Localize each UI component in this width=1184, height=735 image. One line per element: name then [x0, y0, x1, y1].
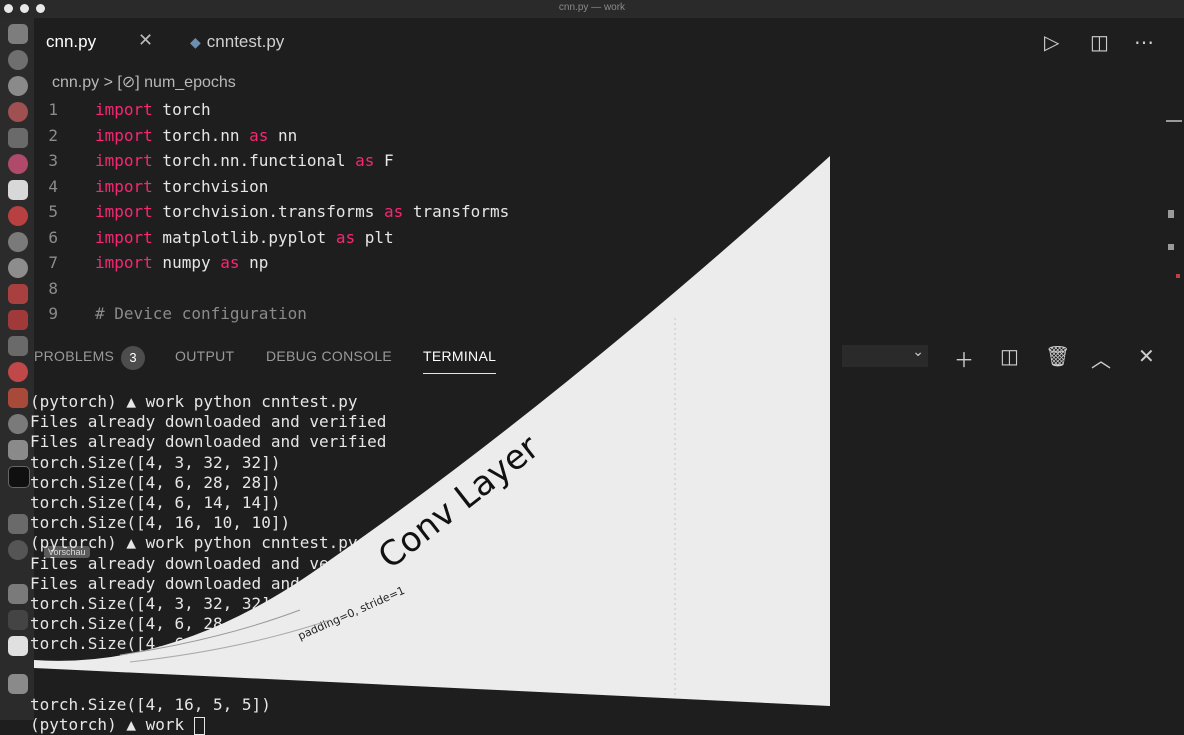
terminal-line: (pytorch) ▲ work python cnntest.py [30, 533, 358, 553]
minimap-mark [1168, 210, 1174, 218]
terminal-line: Files already downloaded and verified [30, 412, 387, 432]
terminal-line: torch.Size([4, 16, 5, 5]) [30, 694, 271, 714]
terminal-line: torch.Size([4, 6, 14, 14]) [30, 492, 281, 512]
music-app-icon[interactable] [8, 206, 28, 226]
line-number: 9 [48, 304, 58, 323]
play-icon[interactable]: ▷ [1044, 30, 1059, 55]
line-number: 5 [48, 202, 58, 221]
breadcrumb-separator: > [103, 74, 113, 91]
terminal-prompt: (pytorch) ▲ work [30, 715, 194, 734]
terminal-line: torch.Size([4, 6, 14, 14]) [30, 634, 281, 654]
terminal-line: torch.Size([4, 3, 32, 32]) [30, 452, 281, 472]
terminal[interactable]: (pytorch) ▲ work python cnntest.py Files… [30, 392, 386, 735]
code-line[interactable]: import torch.nn.functional as F [95, 148, 394, 173]
line-number: 1 [48, 100, 58, 119]
line-number: 2 [48, 125, 58, 145]
trash-icon[interactable]: 🗑 [1045, 344, 1070, 369]
terminal-line: Files already downloaded and verified [30, 573, 387, 593]
code-line[interactable]: import torchvision.transforms as transfo… [95, 199, 509, 224]
editor-tab-bar: cnn.py ✕ ◆ cnntest.py ▷ ◫ ⋯ [34, 18, 1184, 68]
terminal-line: torch.Size([4, 16, 10, 10]) [30, 513, 291, 533]
system-preferences-icon[interactable] [8, 414, 28, 434]
terminal-line: torch.Size([4, 3, 32, 32]) [30, 593, 281, 613]
code-line[interactable]: import numpy as np [95, 250, 268, 275]
line-number: 7 [48, 253, 58, 272]
title-bar: cnn.py — work [0, 0, 1184, 18]
variable-icon: [⊘] [117, 74, 140, 91]
terminal-select[interactable]: ⌄ [842, 343, 928, 367]
terminal-line: Files already downloaded and verified [30, 553, 387, 573]
folder-icon[interactable] [8, 584, 28, 604]
dock [0, 18, 34, 720]
minimap-error-mark [1176, 274, 1180, 278]
chat-icon[interactable] [8, 258, 28, 278]
code-line[interactable]: import matplotlib.pyplot as plt [95, 225, 394, 250]
slide-title: Conv Layer [371, 427, 547, 577]
app-store-icon[interactable] [8, 440, 28, 460]
tab-cnn-py[interactable]: cnn.py [46, 32, 96, 52]
line-number: 8 [48, 278, 58, 298]
minimap-mark [1168, 244, 1174, 250]
chevron-up-icon[interactable]: ︿ [1091, 344, 1111, 373]
code-line[interactable]: import torchvision [95, 174, 268, 199]
document-icon[interactable] [8, 636, 28, 656]
terminal-line: torch.Size([4, 6, 28, 28]) [30, 472, 281, 492]
itunes-icon[interactable] [8, 362, 28, 382]
chevron-down-icon: ⌄ [912, 343, 924, 359]
tab-cnntest-py[interactable]: ◆ cnntest.py [190, 32, 284, 52]
minimap-mark [1166, 120, 1182, 122]
terminal-app-icon[interactable] [8, 466, 30, 488]
downloads-icon[interactable] [8, 610, 28, 630]
terminal-prompt-line[interactable]: (pytorch) ▲ work [30, 715, 386, 735]
split-editor-icon[interactable]: ◫ [1090, 30, 1109, 55]
app-icon-2[interactable] [8, 540, 28, 560]
line-number: 3 [48, 151, 58, 170]
preview-icon[interactable] [8, 128, 28, 148]
photos-icon[interactable] [8, 154, 28, 174]
books-icon[interactable] [8, 388, 28, 408]
terminal-line: torch.Size([4, 6, 28, 28]) [30, 614, 281, 634]
tab-output[interactable]: OUTPUT [175, 348, 234, 364]
notes-app-icon[interactable] [8, 284, 28, 304]
add-terminal-icon[interactable]: ＋ [954, 344, 974, 373]
close-tab-icon[interactable]: ✕ [138, 30, 153, 51]
window-title: cnn.py — work [558, 2, 626, 13]
line-number: 6 [48, 227, 58, 247]
python-icon: ◆ [190, 34, 201, 50]
launchpad-icon[interactable] [8, 50, 28, 70]
finder-icon[interactable] [8, 24, 28, 44]
ellipsis-icon[interactable]: ⋯ [1134, 30, 1154, 55]
presenter-icon[interactable] [8, 336, 28, 356]
tab-terminal[interactable]: TERMINAL [423, 348, 497, 374]
split-terminal-icon[interactable]: ◫ [1000, 344, 1019, 369]
terminal-line: (pytorch) ▲ work python cnntest.py [30, 392, 358, 411]
chrome-icon[interactable] [8, 102, 28, 122]
code-line[interactable]: import torch.nn as nn [95, 123, 297, 148]
line-number: 4 [48, 176, 58, 196]
messages-icon[interactable] [8, 232, 28, 252]
panel-tab-bar: PROBLEMS 3 OUTPUT DEBUG CONSOLE TERMINAL… [34, 340, 1184, 374]
app-icon[interactable] [8, 514, 28, 534]
calendar-icon[interactable] [8, 180, 28, 200]
terminal-line: Files already downloaded and verified [30, 432, 387, 452]
safari-icon[interactable] [8, 76, 28, 96]
breadcrumb: cnn.py > [⊘] num_epochs [52, 72, 236, 92]
problems-count-badge: 3 [121, 346, 145, 370]
close-icon[interactable]: ✕ [1138, 344, 1155, 369]
pdf-app-icon[interactable] [8, 310, 28, 330]
terminal-cursor [193, 716, 205, 735]
tab-label: cnntest.py [206, 32, 285, 51]
trash-can-icon[interactable] [8, 674, 28, 694]
tab-problems[interactable]: PROBLEMS [34, 348, 114, 364]
code-line[interactable]: import torch [95, 97, 211, 122]
breadcrumb-symbol[interactable]: num_epochs [144, 74, 236, 91]
tab-label: cnn.py [46, 32, 97, 51]
breadcrumb-file[interactable]: cnn.py [52, 74, 99, 91]
code-comment[interactable]: # Device configuration [95, 301, 307, 326]
tab-debug-console[interactable]: DEBUG CONSOLE [266, 348, 392, 364]
